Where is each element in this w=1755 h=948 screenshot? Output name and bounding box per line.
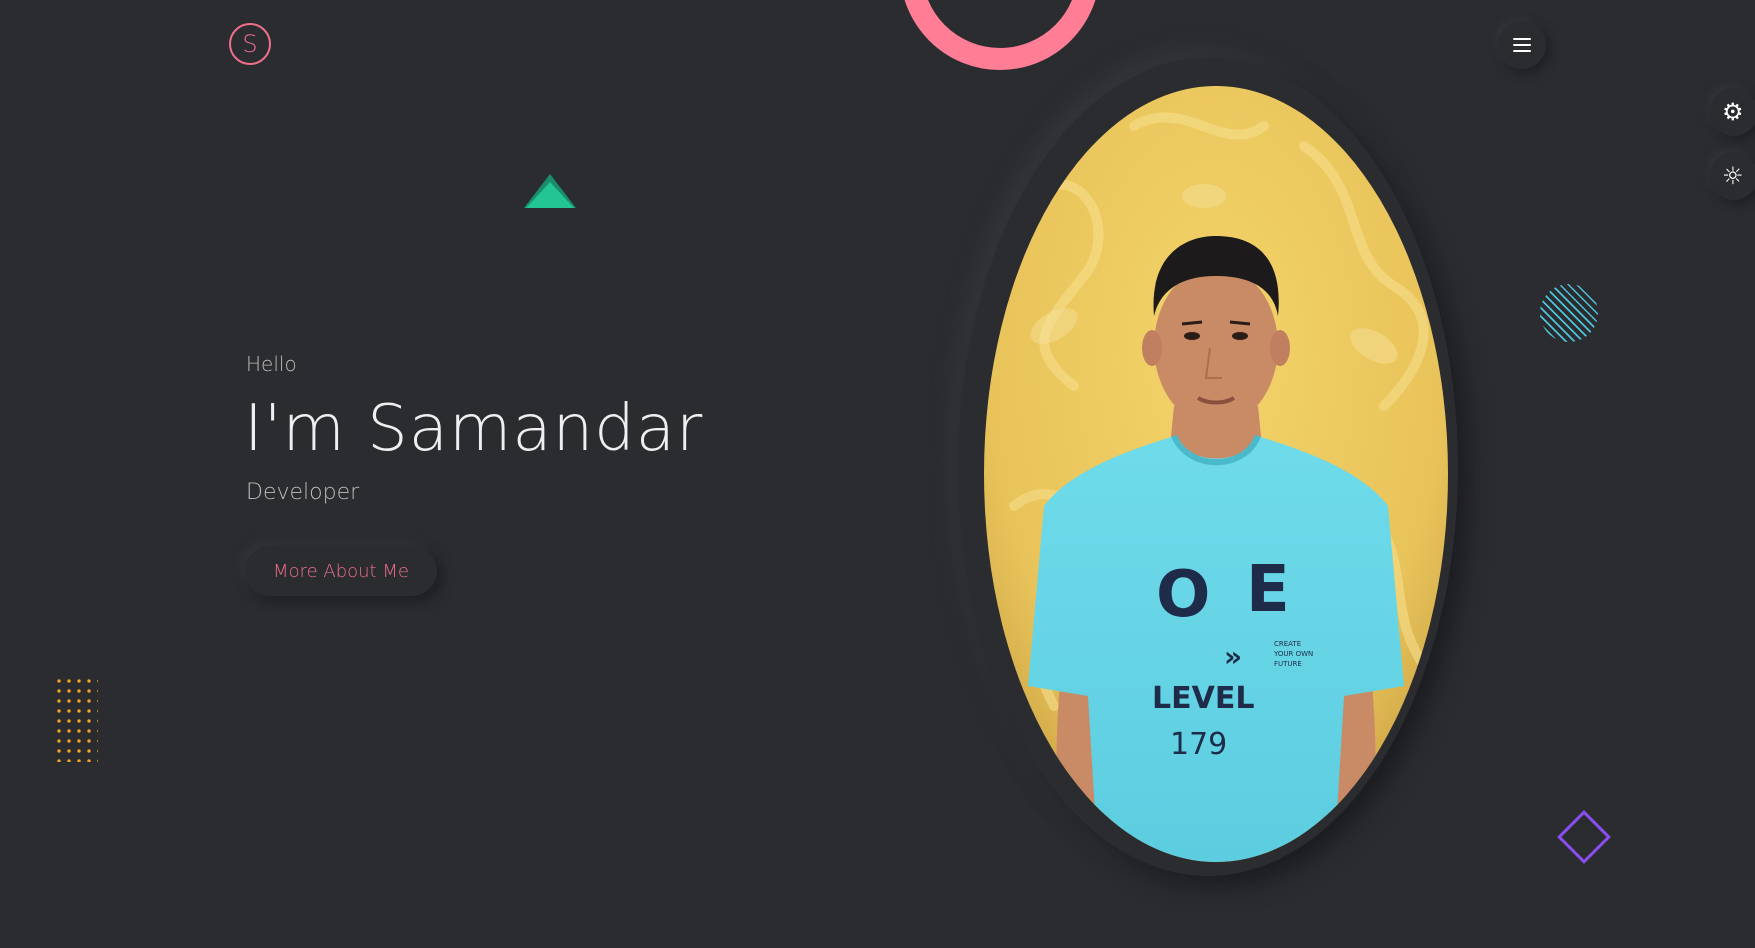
- shirt-print-number: 179: [1170, 727, 1227, 762]
- decorative-diamond-shape: [1557, 810, 1611, 864]
- shirt-print-e: E: [1246, 553, 1290, 627]
- more-about-me-button[interactable]: More About Me: [245, 546, 437, 596]
- shirt-print-level: LEVEL: [1152, 681, 1254, 716]
- decorative-hatched-circle: [1540, 284, 1598, 342]
- shirt-print-future: FUTURE: [1274, 660, 1302, 668]
- decorative-triangle-shape: [524, 174, 576, 208]
- settings-gear-icon: ⚙: [1722, 98, 1744, 126]
- decorative-ring-shape: [900, 0, 1100, 70]
- portrait-image: O E » LEVEL 179 CREATE YOUR OWN FUTURE: [984, 86, 1448, 862]
- theme-toggle-button[interactable]: ☼: [1710, 152, 1755, 200]
- greeting-text: Hello: [246, 352, 297, 376]
- hero-name-heading: I'm Samandar: [244, 392, 704, 466]
- decorative-dots-grid: [54, 676, 98, 762]
- sun-theme-icon: ☼: [1722, 162, 1744, 190]
- role-text: Developer: [246, 480, 360, 505]
- hamburger-icon: [1513, 38, 1531, 52]
- settings-button[interactable]: ⚙: [1710, 88, 1755, 136]
- svg-text:»: »: [1224, 640, 1242, 673]
- shirt-print-create: CREATE: [1274, 640, 1301, 648]
- logo[interactable]: S: [229, 23, 271, 65]
- shirt-print-your-own: YOUR OWN: [1273, 650, 1313, 658]
- menu-button[interactable]: [1498, 21, 1546, 69]
- logo-letter: S: [242, 30, 258, 58]
- shirt-print-o: O: [1156, 558, 1210, 632]
